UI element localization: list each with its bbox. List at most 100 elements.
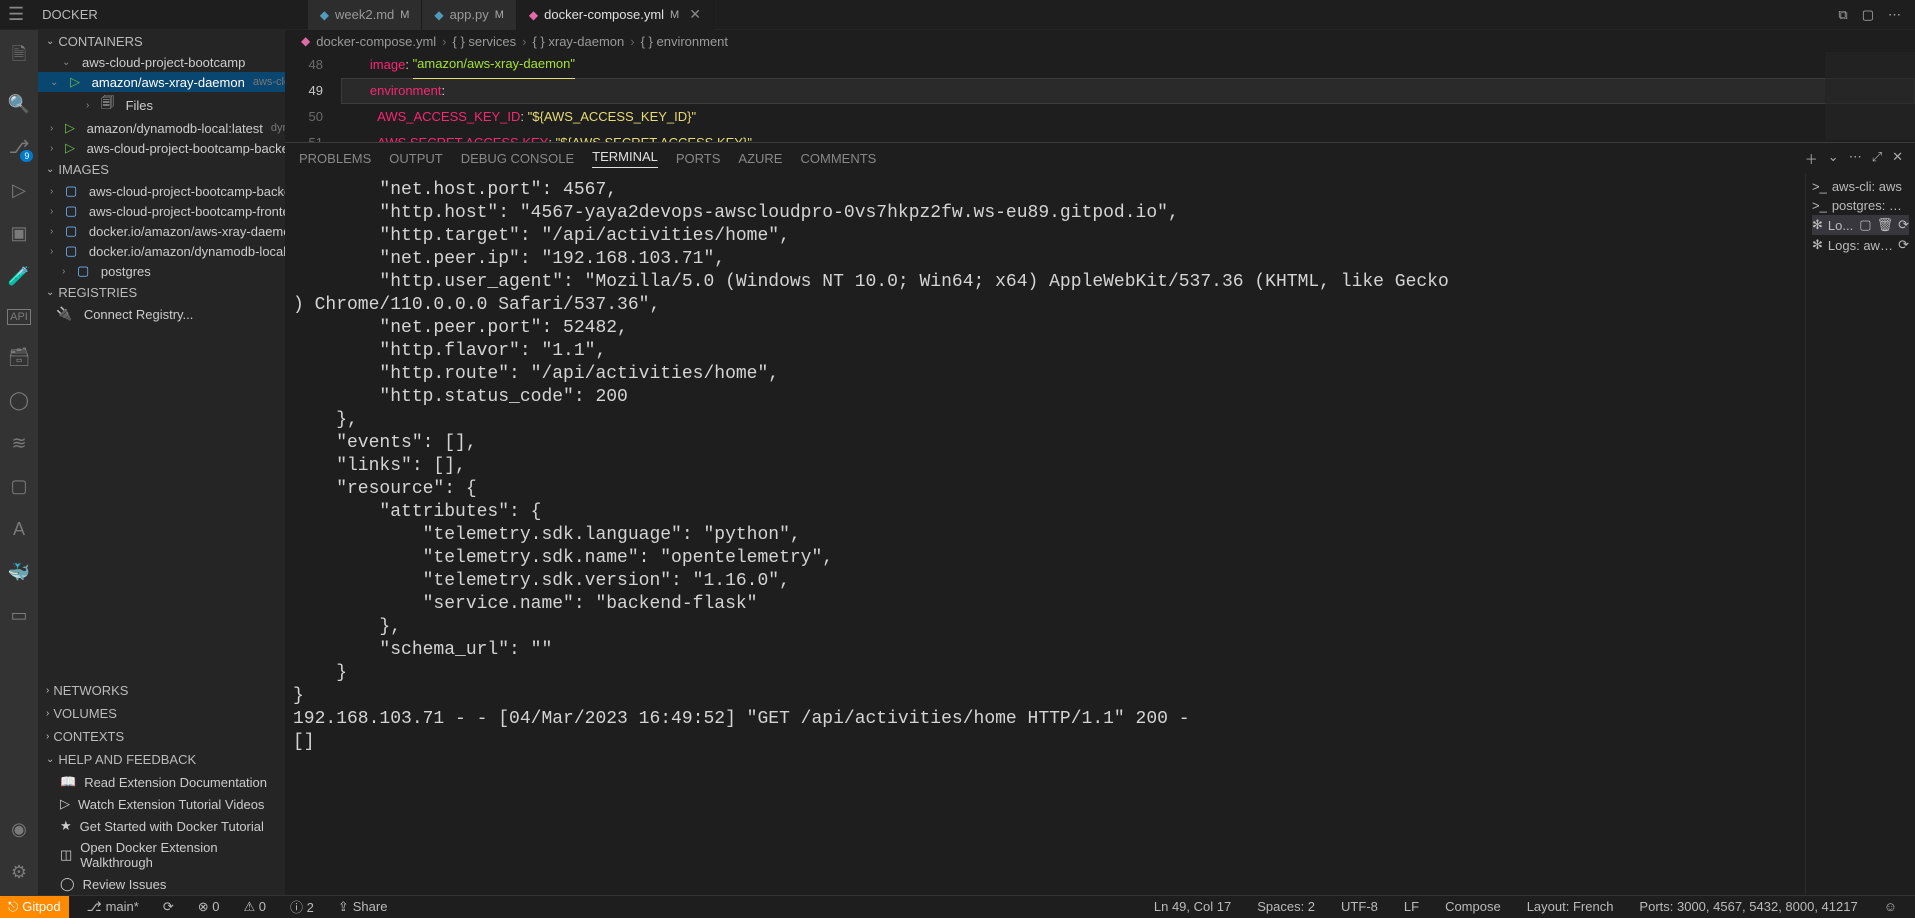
search-icon[interactable]: 🔍 (8, 94, 30, 115)
terminal-instance[interactable]: >_aws-cli: aws (1812, 177, 1909, 196)
box-icon[interactable]: ▭ (10, 605, 27, 626)
containers-section[interactable]: ⌄CONTAINERS (38, 30, 285, 53)
connect-registry[interactable]: 🔌 Connect Registry... (38, 304, 285, 324)
settings-icon[interactable]: ⚙ (11, 862, 27, 883)
errors-status[interactable]: ⊗ 0 (192, 899, 226, 915)
image-item[interactable]: › ▢ docker.io/amazon/dynamodb-local (38, 241, 285, 261)
topbar-action-icon[interactable]: ⋯ (1888, 7, 1901, 23)
container-item[interactable]: › 🗐 Files (38, 92, 285, 118)
tab-app.py[interactable]: ◆app.pyM (422, 0, 516, 30)
image-icon: ▢ (65, 223, 77, 239)
code-line[interactable]: environment: (341, 78, 1915, 104)
cursor-position[interactable]: Ln 49, Col 17 (1148, 899, 1237, 914)
volumes-section[interactable]: ›VOLUMES (38, 702, 285, 725)
language-status[interactable]: Compose (1439, 899, 1507, 914)
terminal-output[interactable]: "net.host.port": 4567, "http.host": "456… (285, 173, 1805, 895)
terminal-instance[interactable]: ✻Lo...▢🗑⟳ (1812, 215, 1909, 235)
image-item[interactable]: › ▢ aws-cloud-project-bootcamp-backend..… (38, 181, 285, 201)
breadcrumb-item[interactable]: { } xray-daemon (532, 34, 624, 49)
image-item[interactable]: › ▢ aws-cloud-project-bootcamp-frontend.… (38, 201, 285, 221)
container-item[interactable]: › ▷ amazon/dynamodb-local:latestdyna... (38, 118, 285, 138)
panel-tab-comments[interactable]: COMMENTS (800, 151, 876, 166)
container-item[interactable]: ⌄ aws-cloud-project-bootcamp (38, 53, 285, 72)
help-item[interactable]: ▷Watch Extension Tutorial Videos (38, 793, 285, 815)
feedback-status[interactable]: ☺ (1878, 899, 1903, 914)
share-status[interactable]: ⇪ Share (332, 899, 394, 915)
play-icon: ▷ (70, 74, 80, 90)
panel-tab-azure[interactable]: AZURE (738, 151, 782, 166)
panel-action-icon[interactable]: ⋯ (1849, 149, 1862, 168)
warnings-status[interactable]: ⚠ 0 (237, 899, 272, 915)
term-action-icon[interactable]: ⟳ (1898, 217, 1909, 233)
code-editor[interactable]: 48495051 image: "amazon/aws-xray-daemon"… (285, 52, 1915, 142)
panel-action-icon[interactable]: ✕ (1892, 149, 1903, 168)
terminal-instance[interactable]: >_postgres: bash (1812, 196, 1909, 215)
term-action-icon[interactable]: ⟳ (1898, 237, 1909, 253)
panel-action-icon[interactable]: ⤢ (1872, 149, 1882, 168)
terminal-icon[interactable]: ▢ (10, 476, 27, 497)
ports-status[interactable]: Ports: 3000, 4567, 5432, 8000, 41217 (1633, 899, 1863, 914)
image-icon: ▢ (65, 243, 77, 259)
branch-status[interactable]: ⎇ main* (81, 899, 145, 915)
help-item[interactable]: ◯Review Issues (38, 873, 285, 895)
api-icon[interactable]: API (7, 309, 31, 325)
github-icon[interactable]: ◯ (9, 390, 29, 411)
sync-status[interactable]: ⟳ (157, 899, 180, 915)
encoding-status[interactable]: UTF-8 (1335, 899, 1384, 914)
plug-icon: 🔌 (56, 306, 72, 322)
term-action-icon[interactable]: ▢ (1859, 217, 1871, 233)
azure-icon[interactable]: A (13, 519, 25, 540)
container-item[interactable]: › ▷ aws-cloud-project-bootcamp-backen... (38, 138, 285, 158)
image-item[interactable]: › ▢ docker.io/amazon/aws-xray-daemon (38, 221, 285, 241)
eol-status[interactable]: LF (1398, 899, 1425, 914)
panel-action-icon[interactable]: ＋ (1805, 149, 1818, 168)
registries-section[interactable]: ⌄REGISTRIES (38, 281, 285, 304)
docker-icon[interactable]: 🐳 (8, 562, 30, 583)
help-section[interactable]: ⌄HELP AND FEEDBACK (38, 748, 285, 771)
terminal-instance[interactable]: ✻Logs: aws-...⟳ (1812, 235, 1909, 255)
code-line[interactable]: AWS SECRET ACCESS KEY: "${AWS SECRET ACC… (341, 130, 1915, 142)
source-control-icon[interactable]: ⎇9 (9, 137, 30, 158)
breadcrumb-item[interactable]: docker-compose.yml (316, 34, 436, 49)
account-icon[interactable]: ◉ (11, 819, 27, 840)
networks-section[interactable]: ›NETWORKS (38, 679, 285, 702)
chevron-icon: ⌄ (50, 77, 58, 88)
help-item[interactable]: ◫Open Docker Extension Walkthrough (38, 837, 285, 873)
panel-tab-ports[interactable]: PORTS (676, 151, 721, 166)
hamburger-icon[interactable]: ☰ (8, 4, 24, 25)
breadcrumb-item[interactable]: { } services (453, 34, 517, 49)
indent-status[interactable]: Spaces: 2 (1251, 899, 1321, 914)
tab-week2.md[interactable]: ◆week2.mdM (308, 0, 423, 30)
info-status[interactable]: ⓘ 2 (284, 897, 320, 916)
code-line[interactable]: image: "amazon/aws-xray-daemon" (341, 52, 1915, 78)
file-icon: ◆ (434, 8, 443, 22)
help-item[interactable]: 📖Read Extension Documentation (38, 771, 285, 793)
container-item[interactable]: ⌄ ▷ amazon/aws-xray-daemonaws-cloud... (38, 72, 285, 92)
panel-tab-output[interactable]: OUTPUT (389, 151, 442, 166)
database-icon[interactable]: 🗃 (8, 347, 31, 368)
breadcrumb-item[interactable]: { } environment (641, 34, 728, 49)
layers-icon[interactable]: ≋ (11, 433, 26, 454)
images-section[interactable]: ⌄IMAGES (38, 158, 285, 181)
panel-tab-debug console[interactable]: DEBUG CONSOLE (461, 151, 574, 166)
run-debug-icon[interactable]: ▷ (12, 180, 26, 201)
help-item[interactable]: ★Get Started with Docker Tutorial (38, 815, 285, 837)
gitpod-status[interactable]: ⎋ Gitpod (0, 896, 69, 918)
test-icon[interactable]: 🧪 (8, 266, 30, 287)
breadcrumb[interactable]: ◆docker-compose.yml›{ } services›{ } xra… (285, 30, 1915, 52)
topbar-action-icon[interactable]: ⧉ (1838, 7, 1847, 23)
topbar-action-icon[interactable]: ▢ (1862, 7, 1874, 23)
code-line[interactable]: AWS_ACCESS_KEY_ID: "${AWS_ACCESS_KEY_ID}… (341, 104, 1915, 130)
term-action-icon[interactable]: 🗑 (1877, 217, 1894, 233)
tab-docker-compose.yml[interactable]: ◆docker-compose.ymlM✕ (517, 0, 714, 30)
image-item[interactable]: › ▢ postgres (38, 261, 285, 281)
contexts-section[interactable]: ›CONTEXTS (38, 725, 285, 748)
files-icon[interactable]: 🗎 (12, 42, 26, 72)
layout-status[interactable]: Layout: French (1521, 899, 1620, 914)
docker-sidebar: ⌄CONTAINERS ⌄ aws-cloud-project-bootcamp… (38, 30, 285, 895)
panel-tab-problems[interactable]: PROBLEMS (299, 151, 371, 166)
close-icon[interactable]: ✕ (689, 6, 701, 23)
panel-tab-terminal[interactable]: TERMINAL (592, 149, 658, 168)
panel-action-icon[interactable]: ⌄ (1828, 149, 1839, 168)
extensions-icon[interactable]: ▣ (10, 223, 27, 244)
